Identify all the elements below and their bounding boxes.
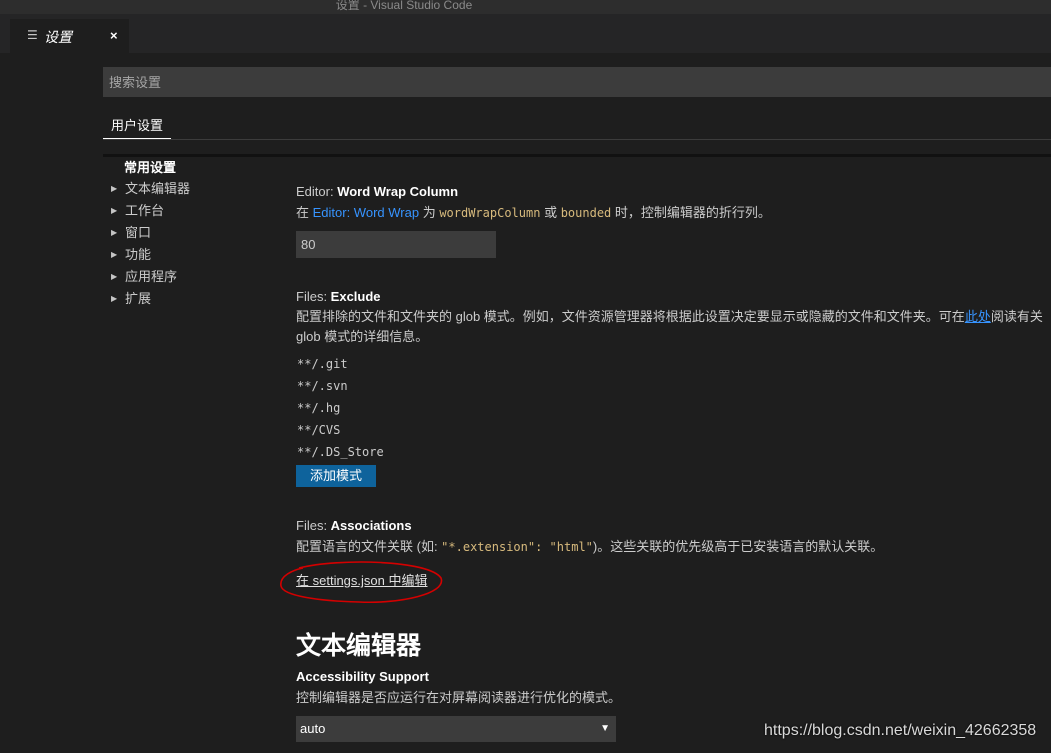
tab-settings[interactable]: ☰ 设置 × — [10, 19, 129, 53]
toc-item-window[interactable]: ▶ 窗口 — [111, 222, 151, 242]
setting-category: Files: — [296, 289, 331, 304]
toc-common-settings[interactable]: 常用设置 — [124, 157, 176, 176]
toc-item-extensions[interactable]: ▶ 扩展 — [111, 288, 151, 308]
select-value: auto — [300, 721, 326, 736]
exclude-pattern-item[interactable]: **/.hg — [297, 401, 340, 415]
window-title: 设置 - Visual Studio Code — [335, 0, 473, 12]
toc-item-application[interactable]: ▶ 应用程序 — [111, 266, 177, 286]
toc-item-label: 应用程序 — [125, 269, 178, 284]
chevron-right-icon: ▶ — [111, 228, 118, 237]
setting-title-accessibility-support: Accessibility Support — [296, 669, 429, 684]
setting-category: Files: — [296, 518, 331, 533]
settings-window: 设置 - Visual Studio Code ☰ 设置 × 用户设置 常用设置… — [0, 0, 1051, 753]
toc-item-label: 文本编辑器 — [125, 181, 191, 196]
toc-item-label: 工作台 — [125, 203, 165, 218]
toc-item-label: 扩展 — [125, 291, 152, 306]
close-icon[interactable]: × — [110, 28, 118, 43]
search-settings-input[interactable] — [103, 67, 1051, 97]
setting-name: Associations — [330, 518, 412, 533]
chevron-right-icon: ▶ — [111, 206, 118, 215]
desc-text: 在 — [296, 205, 313, 220]
editor-tab-bar: ☰ 设置 × — [0, 14, 1051, 53]
setting-description: 控制编辑器是否应运行在对屏幕阅读器进行优化的模式。 — [296, 690, 622, 705]
setting-category: Editor: — [296, 184, 338, 199]
setting-name: Accessibility Support — [296, 669, 429, 684]
setting-title-files-associations: Files: Associations — [296, 518, 412, 533]
accessibility-support-select[interactable]: auto ▼ — [296, 716, 616, 742]
setting-name: Word Wrap Column — [337, 184, 459, 199]
chevron-down-icon: ▼ — [600, 723, 610, 734]
setting-title-files-exclude: Files: Exclude — [296, 289, 381, 304]
desc-text: 配置语言的文件关联 (如: — [296, 539, 442, 554]
exclude-pattern-item[interactable]: **/.svn — [297, 379, 348, 393]
scope-divider — [103, 139, 1051, 140]
toc-item-text-editor[interactable]: ▶ 文本编辑器 — [111, 178, 190, 198]
add-pattern-button[interactable]: 添加模式 — [296, 465, 376, 487]
setting-title-word-wrap-column: Editor: Word Wrap Column — [296, 184, 458, 199]
desc-text: )。这些关联的优先级高于已安装语言的默认关联。 — [592, 539, 884, 554]
desc-text: glob 模式的详细信息。 — [296, 329, 429, 344]
desc-text: 阅读有关 — [990, 309, 1043, 324]
setting-description: 配置排除的文件和文件夹的 glob 模式。例如，文件资源管理器将根据此设置决定要… — [296, 307, 1048, 347]
exclude-pattern-item[interactable]: **/CVS — [297, 423, 340, 437]
tab-user-settings[interactable]: 用户设置 — [103, 115, 172, 139]
header-shadow — [103, 154, 1051, 157]
toc-item-workbench[interactable]: ▶ 工作台 — [111, 200, 164, 220]
word-wrap-column-input[interactable] — [296, 231, 496, 258]
edit-in-settings-json-link[interactable]: 在 settings.json 中编辑 — [296, 570, 428, 589]
toc-item-features[interactable]: ▶ 功能 — [111, 244, 151, 264]
chevron-right-icon: ▶ — [111, 250, 118, 259]
exclude-pattern-item[interactable]: **/.DS_Store — [297, 445, 384, 459]
watermark: https://blog.csdn.net/weixin_42662358 — [764, 722, 1037, 739]
title-bar: 设置 - Visual Studio Code — [0, 0, 1051, 14]
chevron-right-icon: ▶ — [111, 272, 118, 281]
section-title-text-editor: 文本编辑器 — [296, 632, 422, 660]
desc-text: 配置排除的文件和文件夹的 glob 模式。例如，文件资源管理器将根据此设置决定要… — [296, 309, 965, 324]
tab-label: 设置 — [44, 29, 72, 45]
toc-item-label: 功能 — [125, 247, 152, 262]
glob-here-link[interactable]: 此处 — [965, 309, 991, 324]
word-wrap-link[interactable]: Editor: Word Wrap — [313, 205, 419, 220]
desc-text: 为 — [419, 205, 440, 220]
chevron-right-icon: ▶ — [111, 184, 118, 193]
exclude-pattern-item[interactable]: **/.git — [297, 357, 348, 371]
code-word-wrap-column: wordWrapColumn — [439, 206, 541, 220]
setting-name: Exclude — [330, 289, 381, 304]
chevron-right-icon: ▶ — [111, 294, 118, 303]
desc-text: 时，控制编辑器的折行列。 — [611, 205, 771, 220]
desc-text: 或 — [540, 205, 561, 220]
setting-description: 在 Editor: Word Wrap 为 wordWrapColumn 或 b… — [296, 203, 1048, 223]
toc-item-label: 窗口 — [125, 225, 152, 240]
setting-description: 配置语言的文件关联 (如: "*.extension": "html")。这些关… — [296, 537, 1048, 557]
code-bounded: bounded — [560, 206, 612, 220]
settings-lines-icon: ☰ — [27, 28, 38, 42]
code-association-example: "*.extension": "html" — [441, 540, 593, 554]
